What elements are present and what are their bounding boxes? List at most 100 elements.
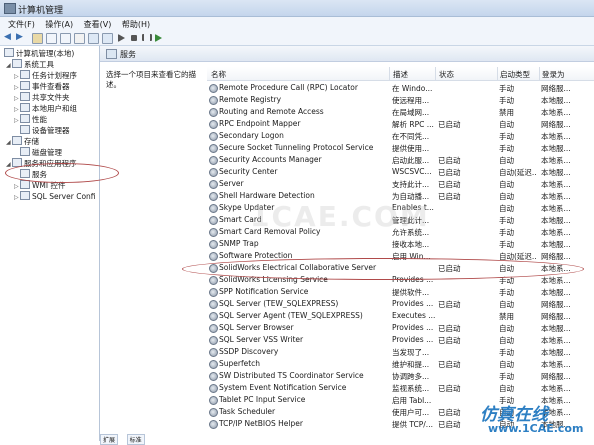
console-tree: 计算机管理(本地) ◢ 系统工具 ▷ 任务计划程序 ▷ 事件查看器 ▷ 共享文件夹 ▷ 本… [0, 46, 100, 441]
service-log-on-as: 网络服... [541, 252, 571, 261]
tree-item-computer-management[interactable]: 计算机管理(本地) [4, 48, 74, 59]
service-startup-type: 自动 [499, 300, 514, 309]
export-list-icon[interactable] [74, 33, 85, 44]
table-row[interactable]: RPC Endpoint Mapper 解析 RPC ... 已启动 自动 网络服... [207, 118, 594, 130]
tree-item-device-manager[interactable]: 设备管理器 [20, 125, 70, 136]
service-startup-type: 自动 [499, 156, 514, 165]
table-row[interactable]: SW Distributed TS Coordinator Service 协调跨… [207, 370, 594, 382]
tab-standard[interactable]: 标准 [126, 434, 145, 445]
highlight-ellipse-solidworks [182, 258, 584, 280]
menu-bar: 文件(F) 操作(A) 查看(V) 帮助(H) [0, 17, 594, 31]
service-gear-icon [209, 192, 218, 201]
column-startup-type[interactable]: 启动类型 [500, 69, 530, 80]
table-row[interactable]: SQL Server VSS Writer Provides ... 已启动 自动 本地… [207, 334, 594, 346]
back-arrow-icon[interactable]: ◀ [4, 33, 13, 42]
column-name[interactable]: 名称 [211, 69, 226, 80]
service-name: Server [219, 179, 244, 188]
menu-view[interactable]: 查看(V) [84, 19, 112, 30]
service-name: Remote Procedure Call (RPC) Locator [219, 83, 358, 92]
service-description: Provides ... [392, 323, 434, 332]
menu-action[interactable]: 操作(A) [45, 19, 73, 30]
restart-service-icon[interactable] [155, 34, 162, 42]
table-row[interactable]: Server 支持此计... 已启动 自动 本地系... [207, 178, 594, 190]
service-startup-type: 自动 [499, 120, 514, 129]
service-gear-icon [209, 384, 218, 393]
table-row[interactable]: Security Center WSCSVC... 已启动 自动(延迟... 本地服..… [207, 166, 594, 178]
tree-item-task-scheduler[interactable]: ▷ 任务计划程序 [14, 70, 77, 81]
service-log-on-as: 本地服... [541, 168, 571, 177]
table-row[interactable]: SSDP Discovery 当发现了... 手动 本地服... [207, 346, 594, 358]
service-startup-type: 手动 [499, 372, 514, 381]
folder-up-icon[interactable] [32, 33, 43, 44]
service-status: 已启动 [438, 192, 461, 201]
services-list: 名称 描述 状态 启动类型 登录为 Remote Procedure Call … [207, 62, 594, 441]
table-row[interactable]: Remote Procedure Call (RPC) Locator 在 Win… [207, 82, 594, 94]
show-hide-tree-icon[interactable] [46, 33, 57, 44]
stop-service-icon[interactable] [131, 35, 137, 41]
refresh-icon[interactable] [60, 33, 71, 44]
table-row[interactable]: Routing and Remote Access 在局域网... 禁用 本地系... [207, 106, 594, 118]
service-name: Shell Hardware Detection [219, 191, 315, 200]
service-startup-type: 自动 [499, 360, 514, 369]
wmi-icon [20, 180, 30, 189]
tree-item-disk-management[interactable]: 磁盘管理 [20, 147, 62, 158]
tree-item-event-viewer[interactable]: ▷ 事件查看器 [14, 81, 70, 92]
table-row[interactable]: SPP Notification Service 提供软件... 手动 本地服... [207, 286, 594, 298]
menu-help[interactable]: 帮助(H) [122, 19, 150, 30]
service-gear-icon [209, 420, 218, 429]
column-log-on-as[interactable]: 登录为 [542, 69, 565, 80]
start-service-icon[interactable] [118, 34, 125, 42]
service-startup-type: 手动 [499, 144, 514, 153]
service-name: Security Center [219, 167, 278, 176]
service-description: 提供使用... [392, 144, 430, 153]
service-gear-icon [209, 156, 218, 165]
service-log-on-as: 网络服... [541, 300, 571, 309]
service-name: System Event Notification Service [219, 383, 347, 392]
table-row[interactable]: Security Accounts Manager 启动此服... 已启动 自动 本地系… [207, 154, 594, 166]
tree-item-storage[interactable]: ◢ 存储 [6, 136, 39, 147]
tree-item-system-tools[interactable]: ◢ 系统工具 [6, 59, 54, 70]
service-log-on-as: 本地系... [541, 156, 571, 165]
table-row[interactable]: Superfetch 维护和提... 已启动 自动 本地系... [207, 358, 594, 370]
service-gear-icon [209, 84, 218, 93]
service-log-on-as: 本地系... [541, 360, 571, 369]
tree-item-local-users-groups[interactable]: ▷ 本地用户和组 [14, 103, 77, 114]
properties-icon[interactable] [102, 33, 113, 44]
tree-item-performance[interactable]: ▷ 性能 [14, 114, 47, 125]
service-gear-icon [209, 372, 218, 381]
table-row[interactable]: Secondary Logon 在不同凭... 手动 本地系... [207, 130, 594, 142]
service-name: Security Accounts Manager [219, 155, 322, 164]
service-name: Tablet PC Input Service [219, 395, 306, 404]
service-log-on-as: 本地服... [541, 144, 571, 153]
table-row[interactable]: SQL Server Browser Provides ... 已启动 自动 本地服..… [207, 322, 594, 334]
service-gear-icon [209, 360, 218, 369]
column-description[interactable]: 描述 [393, 69, 408, 80]
service-gear-icon [209, 108, 218, 117]
forward-arrow-icon[interactable]: ▶ [16, 33, 25, 42]
title-bar: 计算机管理 [0, 0, 594, 17]
service-description: 接收本地... [392, 240, 430, 249]
table-row[interactable]: SNMP Trap 接收本地... 手动 本地服... [207, 238, 594, 250]
table-row[interactable]: Remote Registry 使远程用... 手动 本地服... [207, 94, 594, 106]
help-icon[interactable] [88, 33, 99, 44]
service-gear-icon [209, 144, 218, 153]
event-viewer-icon [20, 81, 30, 90]
service-log-on-as: 本地服... [541, 348, 571, 357]
service-status: 已启动 [438, 324, 461, 333]
service-startup-type: 手动 [499, 288, 514, 297]
service-status: 已启动 [438, 300, 461, 309]
table-row[interactable]: SQL Server Agent (TEW_SQLEXPRESS) Execute… [207, 310, 594, 322]
pause-service-icon[interactable] [142, 34, 152, 41]
tab-extended[interactable]: 扩展 [100, 434, 119, 445]
service-log-on-as: 本地系... [541, 204, 571, 213]
column-status[interactable]: 状态 [439, 69, 454, 80]
table-row[interactable]: Secure Socket Tunneling Protocol Service… [207, 142, 594, 154]
service-name: SQL Server Agent (TEW_SQLEXPRESS) [219, 311, 363, 320]
table-row[interactable]: System Event Notification Service 监视系统...… [207, 382, 594, 394]
service-name: SNMP Trap [219, 239, 259, 248]
table-row[interactable]: SQL Server (TEW_SQLEXPRESS) Provides ... 已… [207, 298, 594, 310]
tree-item-sql-server-config[interactable]: ▷ SQL Server Confi [14, 191, 96, 201]
menu-file[interactable]: 文件(F) [8, 19, 35, 30]
shared-folder-icon [20, 92, 30, 101]
tree-item-shared-folders[interactable]: ▷ 共享文件夹 [14, 92, 70, 103]
